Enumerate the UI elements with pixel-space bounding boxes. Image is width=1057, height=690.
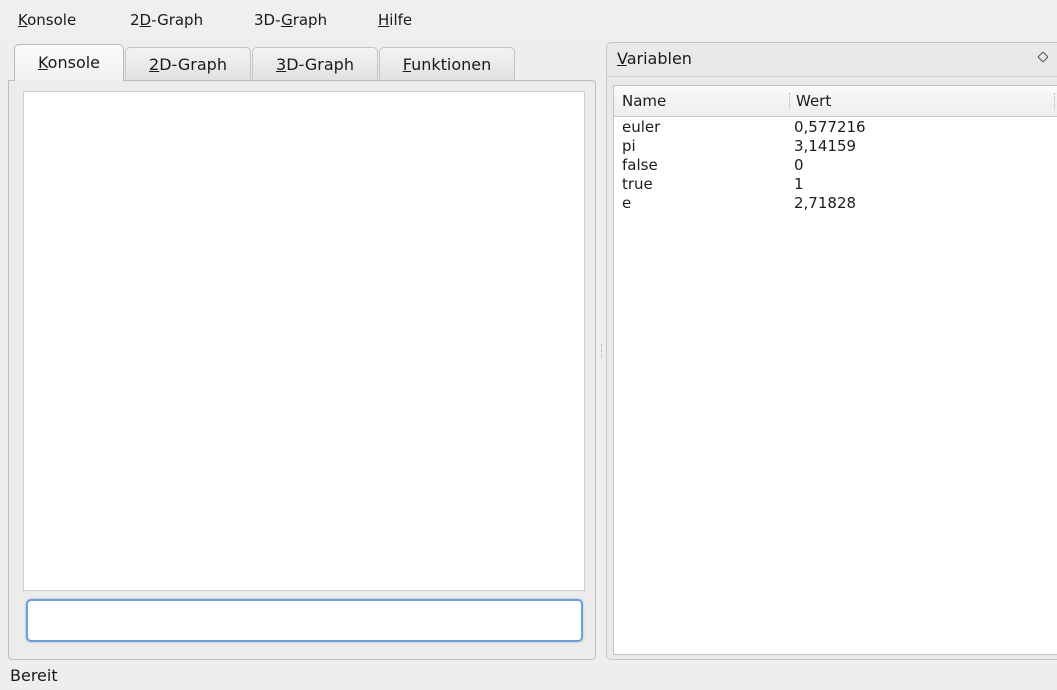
column-separator <box>1054 93 1056 109</box>
dock-title-label: ariablen <box>626 49 692 68</box>
menubar: Konsole 2D-Graph 3D-Graph Hilfe <box>0 0 1057 38</box>
menu-konsole-mnemonic: K <box>18 11 28 29</box>
splitter-handle[interactable] <box>598 44 606 660</box>
menu-hilfe[interactable]: Hilfe <box>378 8 412 32</box>
float-icon[interactable] <box>1037 51 1049 63</box>
menu-3d-graph-mnemonic: G <box>281 11 293 29</box>
menu-hilfe-mnemonic: H <box>378 11 390 29</box>
table-row[interactable]: false 0 <box>614 156 1057 175</box>
tab-3d-graph-mnemonic: 3 <box>276 55 287 74</box>
menu-3d-graph-label: raph <box>292 11 328 29</box>
dock-divider <box>607 76 1057 77</box>
menu-hilfe-label: ilfe <box>389 11 413 29</box>
variable-value: 0,577216 <box>794 118 866 136</box>
menu-3d-graph[interactable]: 3D-Graph <box>254 8 327 32</box>
column-separator <box>789 93 791 109</box>
tab-konsole[interactable]: Konsole <box>14 44 124 81</box>
tab-3d-graph-label: D-Graph <box>286 55 354 74</box>
tab-2d-graph-mnemonic: 2 <box>149 55 160 74</box>
dock-title-mnemonic: V <box>617 49 627 68</box>
menu-2d-graph-label: -Graph <box>151 11 204 29</box>
variable-value: 2,71828 <box>794 194 857 212</box>
menu-konsole-label: onsole <box>27 11 77 29</box>
menu-2d-graph-mnemonic: D <box>139 11 152 29</box>
menu-konsole[interactable]: Konsole <box>18 8 76 32</box>
tab-funktionen-label: unktionen <box>411 55 492 74</box>
tab-konsole-mnemonic: K <box>37 53 48 72</box>
table-row[interactable]: pi 3,14159 <box>614 137 1057 156</box>
console-input[interactable] <box>26 599 583 642</box>
variable-name: euler <box>622 118 661 136</box>
splitter-grip <box>601 344 604 358</box>
menu-2d-graph[interactable]: 2D-Graph <box>130 8 203 32</box>
console-output-area[interactable] <box>23 91 585 591</box>
tab-2d-graph-label: D-Graph <box>159 55 227 74</box>
tab-2d-graph[interactable]: 2D-Graph <box>125 47 251 80</box>
variable-value: 0 <box>794 156 804 174</box>
tab-3d-graph[interactable]: 3D-Graph <box>252 47 378 80</box>
kalgebra-window: Konsole 2D-Graph 3D-Graph Hilfe Konsole … <box>0 0 1057 690</box>
variable-name: pi <box>622 137 636 155</box>
menu-3d-graph-pre: 3D- <box>254 11 282 29</box>
variables-table[interactable]: Name Wert euler 0,577216 pi 3,14159 fals… <box>613 85 1057 655</box>
main-tab-widget: Konsole 2D-Graph 3D-Graph Funktionen <box>8 44 596 660</box>
konsole-panel <box>8 80 596 660</box>
table-row[interactable]: e 2,71828 <box>614 194 1057 213</box>
variable-name: false <box>622 156 658 174</box>
table-row[interactable]: euler 0,577216 <box>614 118 1057 137</box>
column-header-name[interactable]: Name <box>622 86 666 116</box>
status-text: Bereit <box>10 666 58 685</box>
status-bar: Bereit <box>0 660 1057 690</box>
variable-name: e <box>622 194 632 212</box>
tab-funktionen-mnemonic: F <box>402 55 412 74</box>
tab-konsole-label: onsole <box>47 53 101 72</box>
variable-value: 3,14159 <box>794 137 857 155</box>
tab-funktionen[interactable]: Funktionen <box>379 47 515 80</box>
column-header-wert[interactable]: Wert <box>796 86 831 116</box>
menu-2d-graph-pre: 2 <box>130 11 140 29</box>
variable-value: 1 <box>794 175 804 193</box>
tab-bar: Konsole 2D-Graph 3D-Graph Funktionen <box>8 44 596 82</box>
table-header: Name Wert <box>614 86 1057 117</box>
variables-dock: Variablen Name Wert euler 0,577216 pi 3,… <box>606 42 1057 660</box>
dock-title: Variablen <box>617 49 692 68</box>
table-row[interactable]: true 1 <box>614 175 1057 194</box>
variable-name: true <box>622 175 653 193</box>
